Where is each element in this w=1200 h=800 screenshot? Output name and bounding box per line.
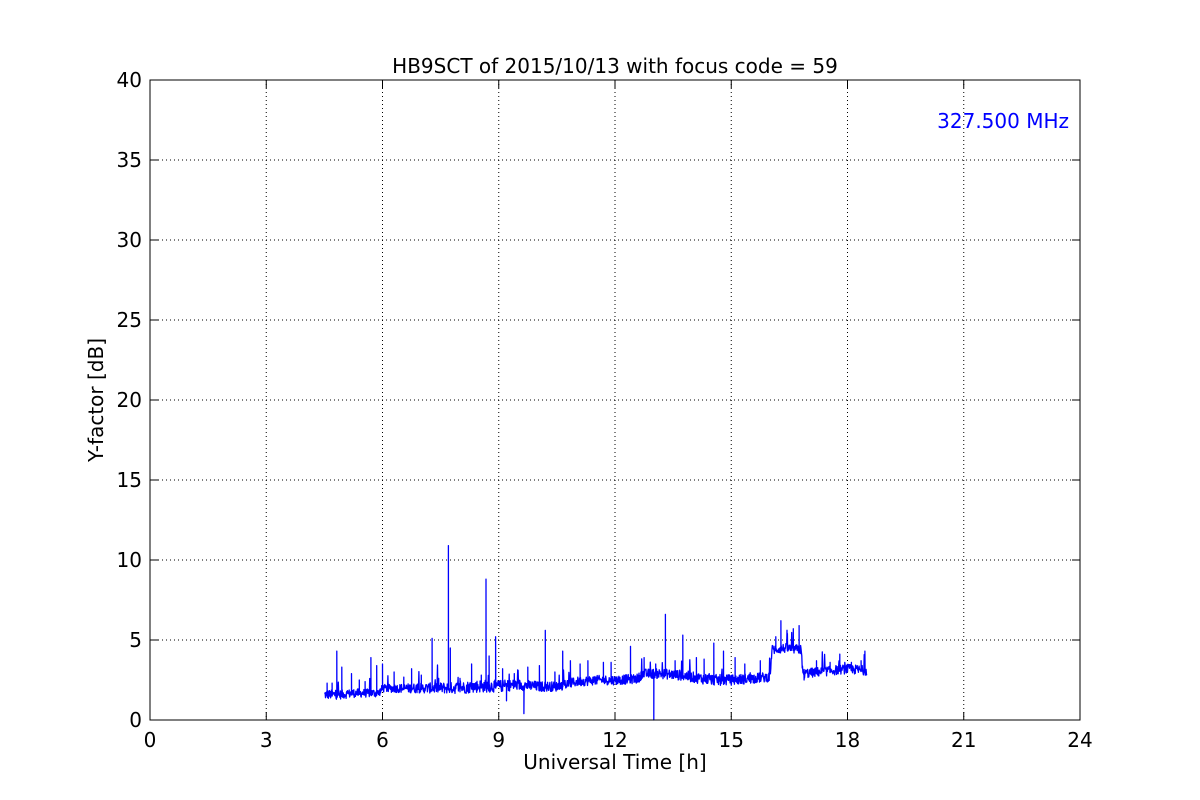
frequency-annotation: 327.500 MHz — [937, 109, 1069, 133]
y-tick-label: 35 — [117, 148, 142, 172]
x-tick-label: 3 — [260, 728, 273, 752]
chart-title: HB9SCT of 2015/10/13 with focus code = 5… — [392, 54, 838, 78]
tick-marks: 0 3 6 9 12 15 18 21 24 0 5 10 15 20 25 30 35 40 — [117, 68, 1093, 752]
series-layer — [324, 544, 868, 721]
y-tick-label: 30 — [117, 228, 142, 252]
series-line — [324, 544, 868, 721]
x-tick-label: 12 — [602, 728, 627, 752]
x-tick-label: 24 — [1067, 728, 1092, 752]
y-tick-label: 10 — [117, 548, 142, 572]
x-tick-label: 9 — [492, 728, 505, 752]
y-tick-label: 20 — [117, 388, 142, 412]
y-tick-label: 40 — [117, 68, 142, 92]
x-tick-label: 15 — [719, 728, 744, 752]
y-tick-label: 15 — [117, 468, 142, 492]
x-tick-label: 21 — [951, 728, 976, 752]
x-tick-label: 18 — [835, 728, 860, 752]
y-tick-label: 25 — [117, 308, 142, 332]
y-tick-label: 5 — [129, 628, 142, 652]
y-axis-label: Y-factor [dB] — [84, 338, 108, 463]
x-axis-label: Universal Time [h] — [523, 750, 706, 774]
grid-lines — [150, 80, 1080, 720]
chart: 0 3 6 9 12 15 18 21 24 0 5 10 15 20 25 30 35 40 HB9SCT of… — [84, 54, 1093, 774]
y-tick-label: 0 — [129, 708, 142, 732]
x-tick-label: 6 — [376, 728, 389, 752]
x-tick-label: 0 — [144, 728, 157, 752]
